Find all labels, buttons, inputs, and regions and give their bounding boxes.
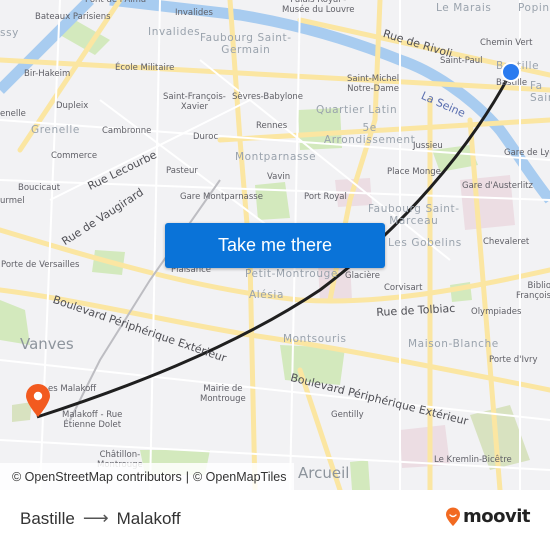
map-label: Saint-Paul [440, 56, 483, 66]
map-label: Gare Montparnasse [180, 192, 263, 202]
park-arcueil [350, 460, 370, 490]
origin-name: Bastille [20, 508, 75, 528]
map-label: Saint-François- Xavier [163, 92, 226, 112]
map-label: Place Monge [387, 167, 441, 177]
route-title: Bastille ⟶ Malakoff [20, 508, 181, 529]
map-label: Dupleix [56, 101, 89, 111]
destination-name: Malakoff [116, 508, 181, 528]
map-label: Pont de l'Alma [85, 0, 147, 5]
map-label: Quartier Latin [316, 104, 398, 116]
map-label: Gare de Lyo [504, 148, 550, 158]
moovit-pin-icon [446, 507, 460, 526]
destination-pin-icon[interactable] [25, 384, 51, 418]
map-label: Jussieu [413, 141, 443, 151]
map-label: Grenelle [31, 124, 80, 136]
map-label: Sèvres-Babylone [232, 92, 304, 102]
arrow-right-icon: ⟶ [82, 508, 109, 528]
map-label: Le Kremlin-Bicêtre [434, 455, 512, 465]
map-label: Fa Sain [530, 80, 550, 105]
moovit-logo[interactable]: moovit [445, 506, 531, 527]
map-label: Pasteur [166, 166, 198, 176]
map-label: École Militaire [115, 63, 175, 73]
map-label: Corvisart [384, 283, 423, 293]
map-label: Les Gobelins [388, 237, 462, 249]
map-label: ssy [0, 27, 19, 39]
map-label: Maison-Blanche [408, 338, 499, 350]
map-label: Faubourg Saint- Germain [200, 32, 292, 57]
map-label: es Malakoff [48, 384, 97, 394]
map-label: Bateaux Parisiens [35, 12, 111, 22]
map-label: Cambronne [102, 126, 152, 136]
map-label: Chemin Vert [480, 38, 533, 48]
map-label: Vanves [20, 335, 74, 353]
map-label: Gentilly [331, 410, 364, 420]
map-label: Rennes [256, 121, 288, 131]
map-label: Mairie de Montrouge [200, 384, 246, 404]
map-label: Le Marais [436, 2, 492, 14]
map-label: Malakoff - Rue Étienne Dolet [62, 410, 123, 430]
map-label: enelle [0, 109, 26, 119]
take-me-there-button[interactable]: Take me there [165, 223, 385, 268]
attribution-separator: | [185, 469, 189, 484]
map-label: urmel [0, 196, 25, 206]
map-label: Commerce [51, 151, 98, 161]
map-label: Boucicaut [18, 183, 61, 193]
map-label: Duroc [193, 132, 219, 142]
map-attribution: © OpenStreetMap contributors | © OpenMap… [0, 463, 295, 490]
map-label: Montparnasse [235, 151, 317, 163]
map-label: Chevaleret [483, 237, 530, 247]
map-label: Porte d'Ivry [489, 355, 538, 365]
omt-attribution-link[interactable]: © OpenMapTiles [193, 470, 287, 484]
map-label: Port Royal [304, 192, 347, 202]
map-label: Palais Royal - Musée du Louvre [282, 0, 355, 15]
map-label: 5e Arrondissement [324, 122, 416, 147]
map-label: Petit-Montrouge [245, 268, 338, 280]
map-label: Montsouris [283, 333, 347, 345]
map-label: Alésia [249, 289, 284, 301]
map-label: Glacière [345, 271, 380, 281]
map-label: Invalides [175, 8, 213, 18]
map-label: Olympiades [471, 307, 522, 317]
map[interactable]: Pont de l'Alma Bateaux Parisiens ssy Bir… [0, 0, 550, 490]
map-label: Biblio François [516, 281, 550, 301]
map-label: Arcueil [298, 464, 350, 482]
map-label: Porte de Versailles [1, 260, 80, 270]
map-label: Saint-Michel Notre-Dame [347, 74, 400, 94]
osm-attribution-link[interactable]: © OpenStreetMap contributors [12, 470, 182, 484]
map-label: Invalides [148, 26, 201, 38]
moovit-wordmark: moovit [463, 506, 531, 527]
map-label: Popin [518, 2, 550, 14]
map-label: Gare d'Austerlitz [462, 181, 533, 191]
origin-marker[interactable] [501, 62, 521, 82]
map-label: Bir-Hakeim [24, 69, 71, 79]
map-label: Vavin [267, 172, 291, 182]
